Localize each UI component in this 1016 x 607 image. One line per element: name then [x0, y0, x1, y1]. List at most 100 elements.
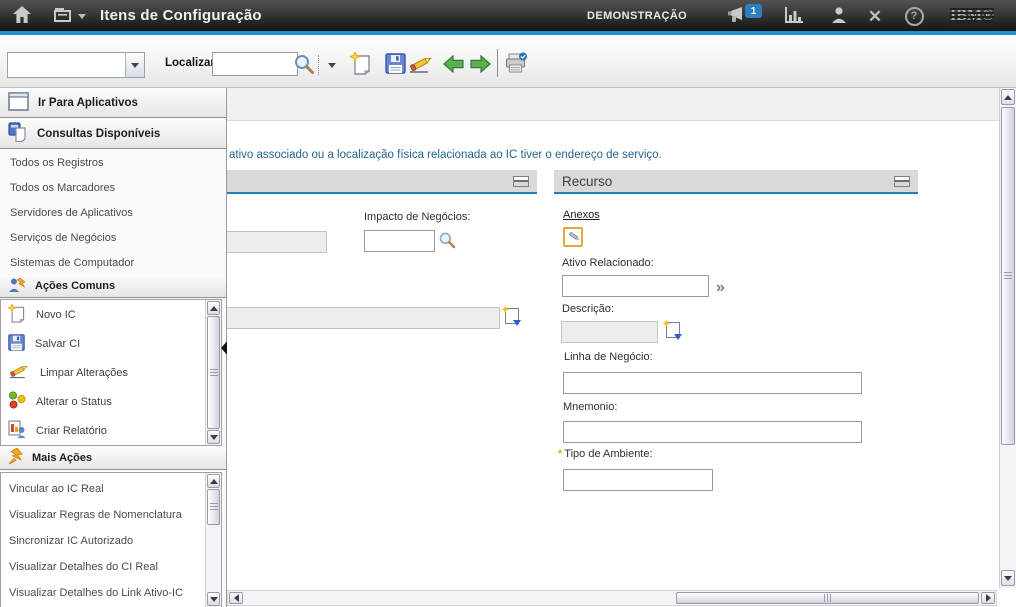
scroll-thumb[interactable]	[676, 592, 979, 604]
impacto-search-button[interactable]	[438, 231, 456, 252]
ibm-logo: IBM®	[950, 7, 994, 25]
action-item[interactable]: Sincronizar IC Autorizado	[1, 528, 221, 554]
person-icon	[830, 6, 848, 27]
action-item[interactable]: Visualizar Detalhes do CI Real	[1, 554, 221, 580]
search-button[interactable]	[292, 53, 316, 77]
more-actions-box: Vincular ao IC Real Visualizar Regras de…	[0, 472, 222, 607]
query-item[interactable]: Servidores de Aplicativos	[0, 200, 226, 225]
ativo-relacionado-input[interactable]	[562, 275, 709, 297]
scroll-up-button[interactable]	[207, 301, 220, 315]
clear-changes-button[interactable]	[409, 53, 433, 77]
saved-query-select[interactable]	[7, 52, 145, 78]
reports-button[interactable]	[783, 5, 805, 27]
saved-query-input[interactable]	[8, 53, 125, 77]
action-item[interactable]: Criar Relatório	[1, 416, 221, 445]
find-input[interactable]	[212, 52, 298, 76]
home-button[interactable]	[11, 5, 33, 27]
action-item-label: Novo IC	[36, 309, 76, 321]
sidebar-item-go-apps[interactable]: Ir Para Aplicativos	[0, 88, 226, 118]
chevron-down-icon	[78, 14, 86, 19]
close-icon: ✕	[868, 8, 882, 25]
profile-button[interactable]	[828, 5, 850, 27]
queries-icon	[8, 122, 28, 145]
save-icon	[8, 334, 25, 354]
next-record-button[interactable]	[468, 53, 492, 77]
long-description-button[interactable]: ✦	[664, 322, 680, 339]
toolbar: Localizar:	[0, 35, 1016, 88]
left-section-header	[227, 170, 537, 194]
goto-menu-button[interactable]	[52, 5, 86, 27]
new-record-button[interactable]	[349, 53, 373, 77]
arrow-right-icon	[470, 54, 491, 77]
main-content: ativo associado ou a localização física …	[227, 88, 1016, 607]
action-item-label: Limpar Alterações	[40, 367, 128, 379]
ativo-relacionado-label: Ativo Relacionado:	[562, 257, 654, 269]
minimize-icon[interactable]	[513, 176, 529, 187]
scroll-thumb[interactable]	[207, 316, 220, 429]
clear-changes-icon	[8, 362, 30, 383]
query-item[interactable]: Todos os Marcadores	[0, 175, 226, 200]
arrow-up-icon	[210, 306, 218, 311]
action-item[interactable]: Alterar o Status	[1, 387, 221, 416]
action-item[interactable]: Visualizar Regras de Nomenclatura	[1, 502, 221, 528]
announcements-button[interactable]	[725, 5, 747, 27]
scroll-right-button[interactable]	[981, 592, 995, 604]
detail-menu-button[interactable]: »	[716, 280, 725, 296]
scroll-up-button[interactable]	[1001, 89, 1015, 105]
more-actions-scrollbar[interactable]	[205, 473, 221, 607]
notification-badge[interactable]: 1	[745, 4, 762, 18]
linha-negocio-input[interactable]	[563, 372, 862, 394]
change-status-icon	[8, 391, 26, 412]
window-icon	[8, 92, 29, 114]
grip-icon	[824, 594, 832, 602]
minimize-icon[interactable]	[894, 176, 910, 187]
horizontal-scrollbar[interactable]	[227, 590, 997, 606]
query-item[interactable]: Todos os Registros	[0, 150, 226, 175]
common-actions-scrollbar[interactable]	[205, 300, 221, 445]
action-item-label: Criar Relatório	[36, 425, 107, 437]
action-item[interactable]: Novo IC	[1, 300, 221, 329]
help-icon: ?	[905, 7, 924, 26]
tipo-ambiente-input[interactable]	[563, 469, 713, 491]
print-button[interactable]	[504, 53, 528, 77]
star-icon: ✦	[501, 305, 509, 316]
sidebar-header-queries[interactable]: Consultas Disponíveis	[0, 119, 226, 149]
scroll-down-button[interactable]	[1001, 570, 1015, 586]
save-button[interactable]	[383, 53, 407, 77]
app-window: Itens de Configuração DEMONSTRAÇÃO 1	[0, 0, 1016, 607]
arrow-left-icon	[234, 594, 239, 602]
mnemonio-input[interactable]	[563, 421, 862, 443]
save-icon	[385, 53, 406, 77]
help-button[interactable]: ?	[903, 5, 925, 27]
attachment-pencil-icon	[567, 229, 580, 245]
grip-icon	[210, 503, 218, 511]
scroll-thumb[interactable]	[207, 489, 220, 525]
scroll-down-button[interactable]	[207, 430, 220, 444]
scroll-up-button[interactable]	[207, 474, 220, 488]
scroll-down-button[interactable]	[207, 592, 220, 606]
scroll-thumb[interactable]	[1001, 107, 1015, 445]
impacto-input[interactable]	[364, 230, 435, 252]
recurso-section-header: Recurso	[554, 170, 918, 194]
scroll-left-button[interactable]	[229, 592, 243, 604]
previous-record-button[interactable]	[441, 53, 465, 77]
saved-query-dropdown-button[interactable]	[125, 53, 144, 77]
home-icon	[12, 5, 32, 27]
attachments-button[interactable]	[563, 227, 583, 247]
action-item[interactable]: Vincular ao IC Real	[1, 476, 221, 502]
search-options-button[interactable]	[325, 53, 339, 77]
signout-button[interactable]: ✕	[864, 5, 886, 27]
action-item[interactable]: Salvar CI	[1, 329, 221, 358]
descricao-input	[561, 321, 658, 343]
anexos-link[interactable]: Anexos	[563, 209, 600, 221]
long-description-button[interactable]: ✦	[503, 308, 519, 325]
action-item[interactable]: Visualizar Detalhes do Link Ativo-IC	[1, 580, 221, 606]
arrow-left-icon	[443, 54, 464, 77]
content-header-band	[227, 88, 1016, 121]
sidebar-header-label: Ações Comuns	[35, 280, 115, 292]
query-item[interactable]: Sistemas de Computador	[0, 250, 226, 275]
vertical-scrollbar[interactable]	[999, 88, 1016, 588]
grip-icon	[1004, 272, 1012, 280]
query-item[interactable]: Serviços de Negócios	[0, 225, 226, 250]
action-item[interactable]: Limpar Alterações	[1, 358, 221, 387]
